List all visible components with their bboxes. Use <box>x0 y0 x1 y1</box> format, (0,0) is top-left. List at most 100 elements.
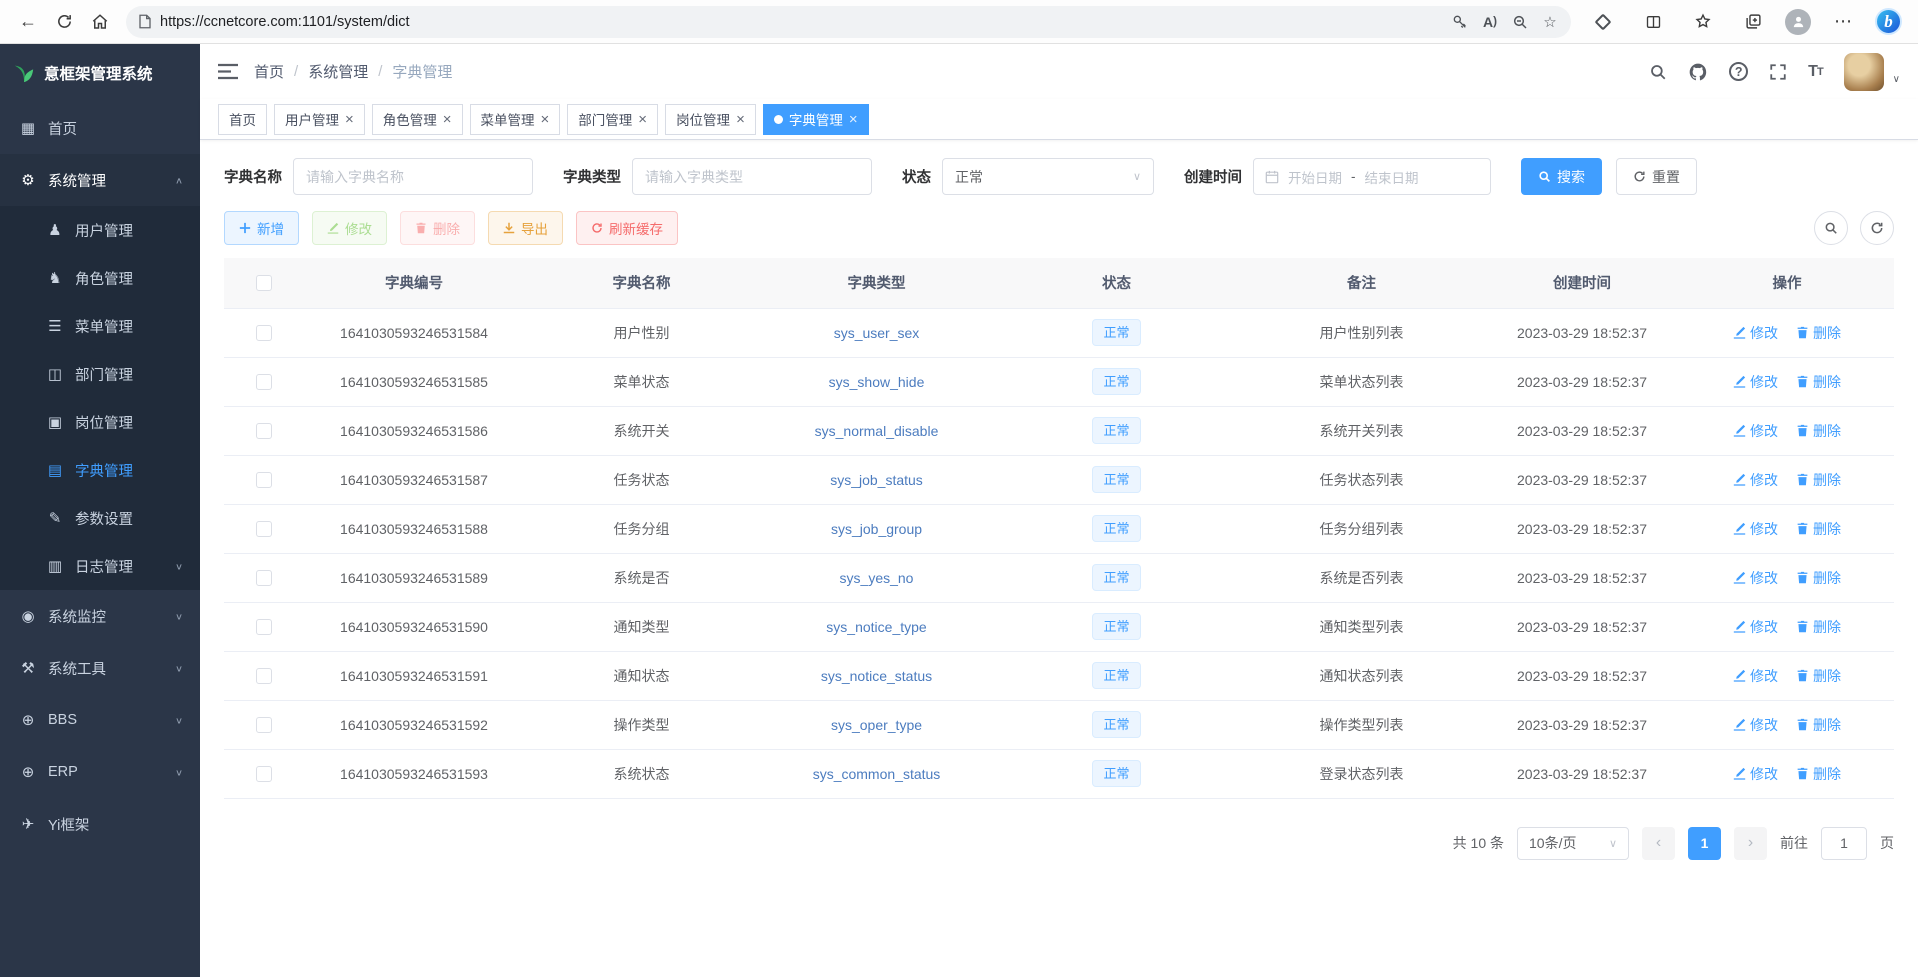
sidebar-item-system-tools[interactable]: ⚒系统工具∨ <box>0 642 200 694</box>
sidebar-item-post-mgmt[interactable]: ▣岗位管理 <box>0 398 200 446</box>
select-all-checkbox[interactable] <box>256 275 272 291</box>
row-delete-link[interactable]: 删除 <box>1796 666 1841 686</box>
next-page-button[interactable]: › <box>1734 827 1767 860</box>
row-edit-link[interactable]: 修改 <box>1733 519 1778 539</box>
sidebar-item-param-settings[interactable]: ✎参数设置 <box>0 494 200 542</box>
row-delete-link[interactable]: 删除 <box>1796 519 1841 539</box>
prev-page-button[interactable]: ‹ <box>1642 827 1675 860</box>
row-checkbox[interactable] <box>256 325 272 341</box>
header-search-icon[interactable] <box>1649 63 1667 81</box>
close-icon[interactable]: × <box>541 112 550 127</box>
edit-button[interactable]: 修改 <box>312 211 387 245</box>
breadcrumb-system[interactable]: 系统管理 <box>308 61 368 82</box>
row-delete-link[interactable]: 删除 <box>1796 617 1841 637</box>
row-edit-link[interactable]: 修改 <box>1733 568 1778 588</box>
tab-post-mgmt[interactable]: 岗位管理× <box>665 104 756 135</box>
row-edit-link[interactable]: 修改 <box>1733 715 1778 735</box>
sidebar-item-home[interactable]: ▦首页 <box>0 102 200 154</box>
row-checkbox[interactable] <box>256 766 272 782</box>
row-delete-link[interactable]: 删除 <box>1796 421 1841 441</box>
row-delete-link[interactable]: 删除 <box>1796 372 1841 392</box>
sidebar-item-system-mgmt[interactable]: ⚙系统管理∧ <box>0 154 200 206</box>
row-delete-link[interactable]: 删除 <box>1796 568 1841 588</box>
dict-type-link[interactable]: sys_job_status <box>830 472 923 488</box>
sidebar-item-system-monitor[interactable]: ◉系统监控∨ <box>0 590 200 642</box>
goto-page-input[interactable] <box>1821 827 1867 860</box>
dict-type-input[interactable] <box>632 158 872 195</box>
export-button[interactable]: 导出 <box>488 211 563 245</box>
dict-type-link[interactable]: sys_notice_status <box>821 668 932 684</box>
refresh-cache-button[interactable]: 刷新缓存 <box>576 211 678 245</box>
row-delete-link[interactable]: 删除 <box>1796 715 1841 735</box>
date-range-picker[interactable]: 开始日期 - 结束日期 <box>1253 158 1491 195</box>
add-button[interactable]: 新增 <box>224 211 299 245</box>
sidebar-item-menu-mgmt[interactable]: ☰菜单管理 <box>0 302 200 350</box>
collections-icon[interactable] <box>1735 5 1771 39</box>
tab-home[interactable]: 首页 <box>218 104 267 135</box>
dict-type-link[interactable]: sys_user_sex <box>834 325 920 341</box>
row-checkbox[interactable] <box>256 619 272 635</box>
read-aloud-icon[interactable]: A) <box>1475 8 1505 36</box>
sidebar-item-erp[interactable]: ⊕ERP∨ <box>0 746 200 798</box>
dict-type-link[interactable]: sys_common_status <box>813 766 941 782</box>
row-edit-link[interactable]: 修改 <box>1733 470 1778 490</box>
address-bar[interactable]: https://ccnetcore.com:1101/system/dict A… <box>126 6 1571 38</box>
breadcrumb-home[interactable]: 首页 <box>254 61 284 82</box>
current-page-button[interactable]: 1 <box>1688 827 1721 860</box>
tab-role-mgmt[interactable]: 角色管理× <box>372 104 463 135</box>
sidebar-item-dict-mgmt[interactable]: ▤字典管理 <box>0 446 200 494</box>
row-checkbox[interactable] <box>256 472 272 488</box>
tab-user-mgmt[interactable]: 用户管理× <box>274 104 365 135</box>
close-icon[interactable]: × <box>638 112 647 127</box>
row-edit-link[interactable]: 修改 <box>1733 421 1778 441</box>
dict-type-link[interactable]: sys_yes_no <box>840 570 914 586</box>
browser-back-icon[interactable]: ← <box>10 5 46 39</box>
row-delete-link[interactable]: 删除 <box>1796 470 1841 490</box>
help-icon[interactable]: ? <box>1729 62 1748 81</box>
delete-button[interactable]: 删除 <box>400 211 475 245</box>
dict-type-link[interactable]: sys_show_hide <box>829 374 925 390</box>
row-edit-link[interactable]: 修改 <box>1733 617 1778 637</box>
close-icon[interactable]: × <box>849 112 858 127</box>
row-checkbox[interactable] <box>256 717 272 733</box>
sidebar-item-user-mgmt[interactable]: ♟用户管理 <box>0 206 200 254</box>
page-size-select[interactable]: 10条/页 ∨ <box>1517 827 1629 860</box>
row-checkbox[interactable] <box>256 570 272 586</box>
split-screen-icon[interactable] <box>1635 5 1671 39</box>
dict-type-link[interactable]: sys_job_group <box>831 521 922 537</box>
row-edit-link[interactable]: 修改 <box>1733 372 1778 392</box>
favorites-add-icon[interactable]: ☆ <box>1535 8 1565 36</box>
reset-button[interactable]: 重置 <box>1616 158 1697 195</box>
dict-name-input[interactable] <box>293 158 533 195</box>
search-button[interactable]: 搜索 <box>1521 158 1602 195</box>
github-icon[interactable] <box>1688 62 1708 82</box>
bing-copilot-icon[interactable]: b <box>1875 8 1902 35</box>
browser-refresh-icon[interactable] <box>46 5 82 39</box>
sidebar-item-role-mgmt[interactable]: ♞角色管理 <box>0 254 200 302</box>
close-icon[interactable]: × <box>443 112 452 127</box>
row-edit-link[interactable]: 修改 <box>1733 323 1778 343</box>
favorites-bar-icon[interactable] <box>1685 5 1721 39</box>
dict-type-link[interactable]: sys_notice_type <box>826 619 926 635</box>
hamburger-icon[interactable] <box>218 63 238 80</box>
browser-essentials-icon[interactable] <box>1585 5 1621 39</box>
font-size-icon[interactable]: TT <box>1808 63 1823 81</box>
toggle-search-button[interactable] <box>1814 211 1848 245</box>
browser-home-icon[interactable] <box>82 5 118 39</box>
sidebar-item-bbs[interactable]: ⊕BBS∨ <box>0 694 200 746</box>
password-key-icon[interactable] <box>1445 8 1475 36</box>
row-edit-link[interactable]: 修改 <box>1733 666 1778 686</box>
close-icon[interactable]: × <box>736 112 745 127</box>
close-icon[interactable]: × <box>345 112 354 127</box>
user-avatar[interactable] <box>1844 53 1884 91</box>
fullscreen-icon[interactable] <box>1769 63 1787 81</box>
tab-dept-mgmt[interactable]: 部门管理× <box>567 104 658 135</box>
dict-type-link[interactable]: sys_normal_disable <box>815 423 939 439</box>
refresh-table-button[interactable] <box>1860 211 1894 245</box>
zoom-icon[interactable] <box>1505 8 1535 36</box>
row-checkbox[interactable] <box>256 374 272 390</box>
tab-menu-mgmt[interactable]: 菜单管理× <box>470 104 561 135</box>
sidebar-item-dept-mgmt[interactable]: ◫部门管理 <box>0 350 200 398</box>
tab-dict-mgmt[interactable]: 字典管理× <box>763 104 869 135</box>
row-checkbox[interactable] <box>256 521 272 537</box>
